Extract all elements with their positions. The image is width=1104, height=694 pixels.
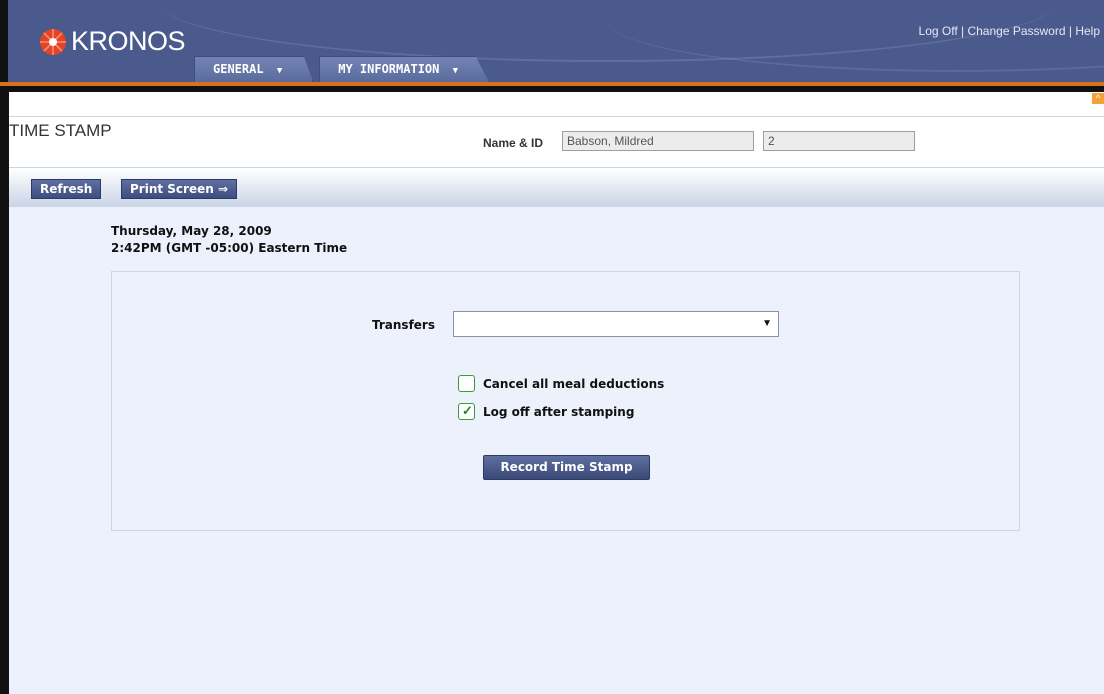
kronos-logo: KRONOS: [38, 26, 186, 57]
change-password-link[interactable]: Change Password: [967, 24, 1065, 38]
logo-text: KRONOS: [71, 26, 186, 56]
divider: [9, 116, 1104, 117]
current-time: 2:42PM (GMT -05:00) Eastern Time: [111, 241, 348, 255]
timestamp-form: [111, 271, 1020, 531]
chevron-down-icon[interactable]: ▼: [762, 318, 772, 329]
help-link[interactable]: Help: [1075, 24, 1100, 38]
chevron-down-icon: ▼: [452, 66, 459, 76]
cancel-meal-checkbox[interactable]: [458, 375, 475, 392]
employee-id-field: 2: [763, 131, 915, 151]
kronos-logo-icon: [40, 28, 66, 55]
page-title: TIME STAMP: [9, 121, 112, 140]
employee-name-field: Babson, Mildred: [562, 131, 754, 151]
transfers-label: Transfers: [372, 318, 435, 332]
frame-border: [0, 86, 9, 694]
log-off-link[interactable]: Log Off: [919, 24, 958, 38]
name-id-label: Name & ID: [483, 136, 544, 150]
title-area: [9, 92, 1104, 167]
logoff-checkbox[interactable]: [458, 403, 475, 420]
transfers-select[interactable]: ▼: [453, 311, 779, 337]
tab-general-label: GENERAL: [213, 62, 264, 76]
current-date: Thursday, May 28, 2009: [111, 224, 272, 238]
tab-my-information-label: MY INFORMATION: [338, 62, 440, 76]
refresh-button[interactable]: Refresh: [31, 179, 102, 199]
top-links: Log Off | Change Password | Help: [918, 24, 1100, 38]
record-time-stamp-button[interactable]: Record Time Stamp: [483, 455, 650, 480]
tab-general[interactable]: GENERAL ▼: [194, 56, 314, 82]
collapse-icon[interactable]: ^: [1092, 93, 1104, 104]
print-screen-button[interactable]: Print Screen ⇒: [121, 179, 238, 199]
app-header: KRONOS Log Off | Change Password | Help …: [0, 0, 1104, 82]
nav-tabs: GENERAL ▼ MY INFORMATION ▼: [194, 56, 495, 82]
logoff-label: Log off after stamping: [483, 405, 635, 419]
cancel-meal-label: Cancel all meal deductions: [483, 377, 665, 391]
chevron-down-icon: ▼: [276, 66, 283, 76]
tab-my-information[interactable]: MY INFORMATION ▼: [319, 56, 490, 82]
